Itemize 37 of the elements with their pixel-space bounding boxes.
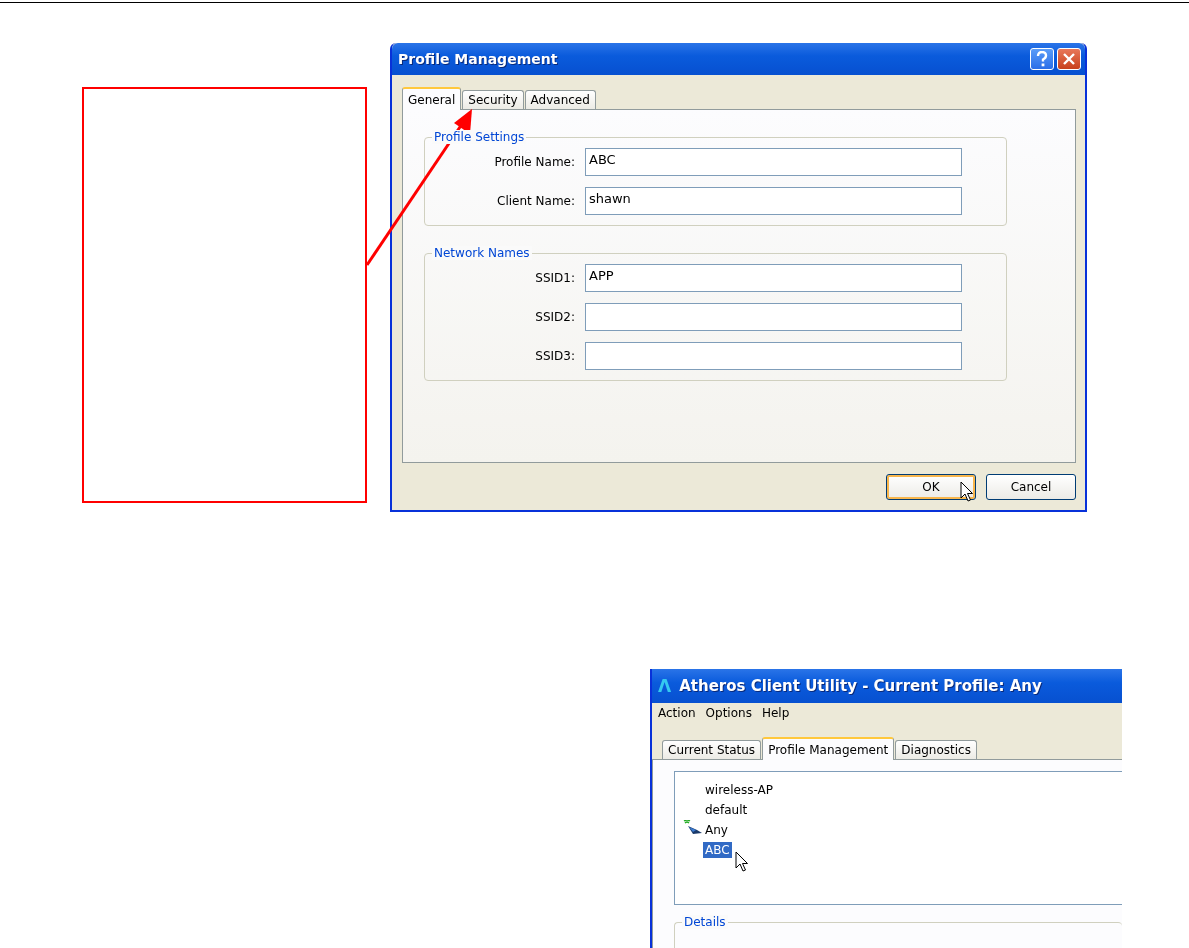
help-icon [1036, 51, 1048, 67]
menu-item[interactable]: Options [705, 706, 752, 722]
field-label: SSID3: [534, 349, 575, 363]
menu-item[interactable]: Action [658, 706, 696, 722]
window-title: Atheros Client Utility - Current Profile: Any [679, 677, 1042, 695]
tab[interactable]: Current Status [662, 740, 762, 759]
profile-item[interactable]: default [703, 801, 750, 818]
profile-item[interactable]: Any [703, 821, 730, 838]
tab[interactable]: Security [462, 90, 524, 109]
tab[interactable]: General [402, 87, 462, 110]
text-field[interactable]: shawn [585, 187, 962, 215]
text-field[interactable]: APP [585, 264, 962, 292]
tab[interactable]: Advanced [524, 90, 596, 109]
help-button[interactable] [1030, 48, 1054, 70]
text-field[interactable] [585, 342, 962, 370]
app-logo: Λ [658, 676, 672, 696]
tab[interactable]: Diagnostics [895, 740, 977, 759]
field-label: Client Name: [496, 194, 575, 208]
window-title: Profile Management [398, 51, 558, 67]
group-label: Network Names [432, 246, 532, 260]
text-field[interactable] [585, 303, 962, 331]
field-label: SSID1: [534, 271, 575, 285]
group-label: Profile Settings [432, 130, 527, 144]
menu-item[interactable]: Help [761, 706, 790, 722]
field-label: Profile Name: [493, 155, 575, 169]
dialog-button[interactable]: OK [886, 474, 976, 500]
pointer-cursor-icon [735, 850, 749, 873]
group-label: Details [682, 915, 728, 929]
field-label: SSID2: [534, 310, 575, 324]
tab[interactable]: Profile Management [762, 737, 895, 760]
text-field[interactable]: ABC [585, 148, 962, 176]
pointer-cursor-icon [960, 481, 974, 503]
close-button[interactable] [1057, 48, 1081, 70]
dialog-button[interactable]: Cancel [986, 474, 1076, 500]
close-icon [1063, 53, 1075, 65]
profile-item[interactable]: wireless-AP [703, 781, 775, 798]
profile-item[interactable]: ABC [703, 841, 732, 858]
